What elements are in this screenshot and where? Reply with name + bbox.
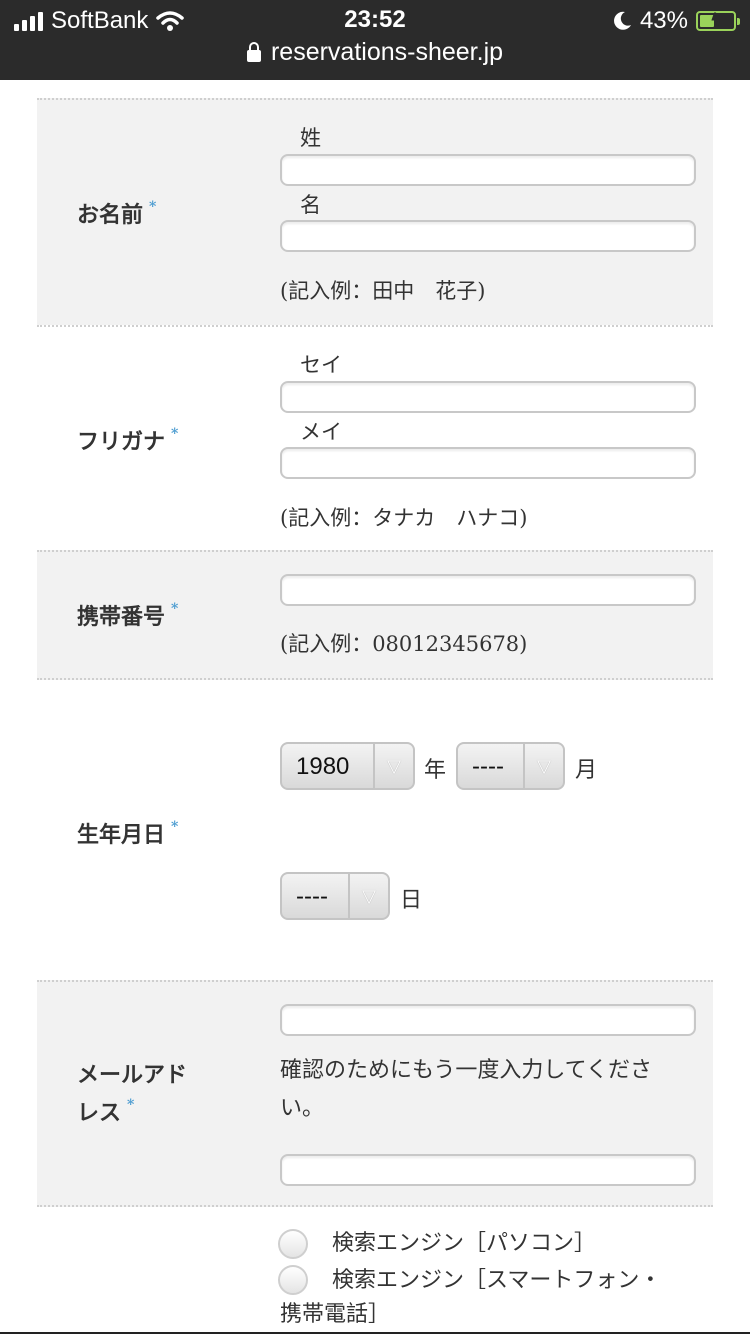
year-unit: 年	[424, 758, 447, 783]
source-radio-1[interactable]	[278, 1229, 308, 1259]
email-confirm-note-line1: 確認のためにもう一度入力してくださ	[280, 1058, 653, 1083]
month-unit: 月	[575, 758, 598, 783]
last-kana-label: セイ	[300, 353, 342, 377]
birth-month-select[interactable]: ---- ▽	[456, 742, 565, 790]
first-kana-label: メイ	[300, 420, 342, 444]
name-example-hint: (記入例：田中 花子)	[280, 279, 486, 303]
required-asterisk: *	[171, 426, 179, 442]
birth-year-select[interactable]: 1980 ▽	[280, 742, 415, 790]
email-label-line2: レス	[77, 1100, 122, 1126]
email-confirm-input[interactable]	[280, 1154, 696, 1186]
birth-month-value: ----	[472, 753, 504, 780]
birth-year-value: 1980	[296, 753, 350, 780]
charging-bolt-icon: ϟ	[711, 10, 721, 30]
birth-day-select[interactable]: ---- ▽	[280, 872, 390, 920]
source-radio-2[interactable]	[278, 1265, 308, 1295]
battery-icon: ϟ	[696, 10, 740, 31]
email-confirm-note: 確認のためにもう一度入力してくださ い。	[280, 1052, 700, 1128]
last-kana-input[interactable]	[280, 381, 696, 413]
phone-input[interactable]	[280, 574, 696, 606]
first-kana-input[interactable]	[280, 447, 696, 479]
email-label: メールアド レス *	[77, 1056, 187, 1132]
source-option-1-label: 検索エンジン［パソコン］	[332, 1231, 597, 1256]
name-label: お名前 *	[77, 199, 157, 228]
required-asterisk: *	[171, 601, 179, 617]
birth-day-value: ----	[296, 883, 328, 910]
phone-label: 携帯番号 *	[77, 601, 179, 630]
kana-example-hint: (記入例：タナカ ハナコ)	[280, 506, 528, 530]
required-asterisk: *	[127, 1097, 135, 1113]
kana-row: フリガナ * セイ メイ (記入例：タナカ ハナコ)	[37, 325, 713, 552]
first-name-label: 名	[300, 193, 321, 217]
status-right: 43% ϟ	[612, 6, 740, 36]
name-row: お名前 * 姓 名 (記入例：田中 花子)	[37, 98, 713, 325]
kana-label: フリガナ *	[77, 426, 179, 455]
address-bar[interactable]: reservations-sheer.jp	[0, 38, 750, 67]
first-name-input[interactable]	[280, 220, 696, 252]
email-confirm-note-line2: い。	[280, 1096, 325, 1121]
birthdate-row: 生年月日 * 1980 ▽ 年 ---- ▽ 月 ---- ▽ 日	[37, 678, 713, 982]
birthdate-label: 生年月日 *	[77, 819, 179, 848]
required-asterisk: *	[171, 819, 179, 835]
phone-example-hint: (記入例：08012345678)	[280, 632, 528, 656]
chevron-down-icon: ▽	[348, 874, 388, 918]
phone-row: 携帯番号 * (記入例：08012345678)	[37, 550, 713, 680]
lock-icon	[246, 41, 261, 62]
page-url: reservations-sheer.jp	[270, 38, 504, 66]
moon-icon	[614, 11, 631, 30]
last-name-label: 姓	[300, 126, 321, 150]
required-asterisk: *	[149, 199, 157, 215]
email-label-line1: メールアド	[77, 1062, 188, 1088]
status-bar: SoftBank 23:52 43% ϟ reservations-sheer.…	[0, 0, 750, 80]
email-input[interactable]	[280, 1004, 696, 1036]
email-row: メールアド レス * 確認のためにもう一度入力してくださ い。	[37, 980, 713, 1207]
source-option-2-label-cont: 携帯電話］	[280, 1302, 391, 1327]
source-option-2-label: 検索エンジン［スマートフォン・	[332, 1268, 662, 1293]
source-row: 検索エンジン［パソコン］ 検索エンジン［スマートフォン・ 携帯電話］	[37, 1205, 713, 1334]
chevron-down-icon: ▽	[523, 744, 563, 788]
battery-percent: 43%	[639, 7, 688, 34]
chevron-down-icon: ▽	[373, 744, 413, 788]
last-name-input[interactable]	[280, 154, 696, 186]
day-unit: 日	[400, 888, 423, 913]
